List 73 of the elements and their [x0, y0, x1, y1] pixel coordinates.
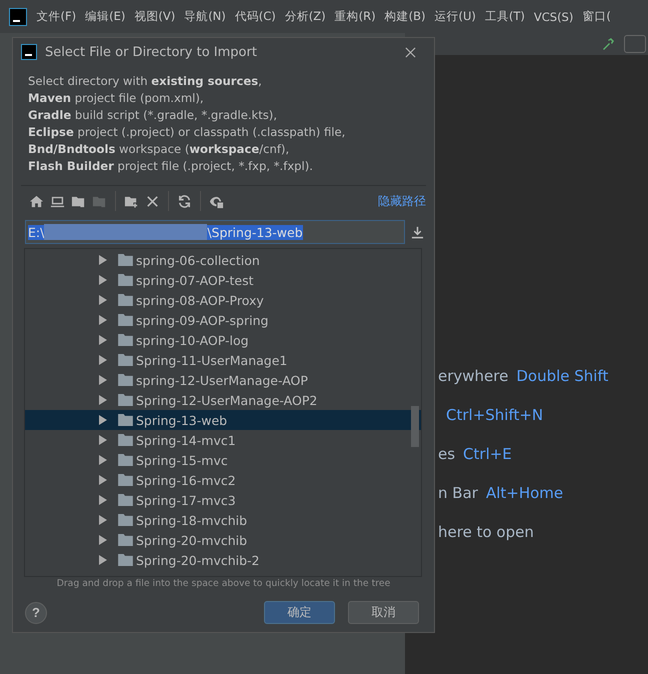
folder-icon	[118, 514, 133, 526]
cancel-button[interactable]: 取消	[348, 601, 419, 624]
tree-item[interactable]: Spring-13-web	[25, 410, 421, 430]
download-icon[interactable]	[411, 226, 424, 238]
tree-item[interactable]: Spring-16-mvc2	[25, 470, 421, 490]
description-text: Eclipse project (.project) or classpath (.classpath) file,	[28, 124, 346, 141]
tree-item[interactable]: spring-12-UserManage-AOP	[25, 370, 421, 390]
menu-item[interactable]: 文件(F)	[32, 9, 81, 24]
menu-item[interactable]: 编辑(E)	[80, 9, 130, 24]
delete-icon[interactable]	[145, 194, 160, 208]
home-icon[interactable]	[29, 194, 44, 208]
menu-item[interactable]: 重构(R)	[330, 9, 380, 24]
hint-text: es	[438, 444, 456, 462]
tree-item[interactable]: Spring-20-mvchib	[25, 530, 421, 550]
description-text: Bnd/Bndtools workspace (workspace/cnf),	[28, 141, 290, 158]
tree-item[interactable]: spring-09-AOP-spring	[25, 310, 421, 330]
folder-icon	[118, 254, 133, 266]
menu-item[interactable]: VCS(S)	[529, 10, 578, 24]
shortcut-text: Ctrl+Shift+N	[446, 406, 544, 424]
close-icon[interactable]	[405, 46, 416, 58]
description-text: Maven project file (pom.xml),	[28, 90, 205, 107]
description-text: Select directory with existing sources,	[28, 73, 263, 90]
menu-item[interactable]: 窗口(	[578, 9, 616, 24]
folder-icon	[118, 354, 133, 366]
app-logo-icon	[21, 44, 37, 60]
tree-item[interactable]: Spring-18-mvchib	[25, 510, 421, 530]
folder-icon	[118, 474, 133, 486]
tree-item[interactable]: Spring-15-mvc	[25, 450, 421, 470]
folder-icon	[118, 454, 133, 466]
menu-item[interactable]: 运行(U)	[430, 9, 480, 24]
folder-icon	[118, 434, 133, 446]
folder-icon	[118, 274, 133, 286]
help-button[interactable]: ?	[25, 602, 47, 624]
hide-path-link[interactable]: 隐藏路径	[378, 192, 426, 210]
tree-item[interactable]: spring-08-AOP-Proxy	[25, 290, 421, 310]
menu-item[interactable]: 代码(C)	[230, 9, 280, 24]
tree-item[interactable]: Spring-11-UserManage1	[25, 350, 421, 370]
folder-icon	[118, 294, 133, 306]
menu-item[interactable]: 构建(B)	[380, 9, 430, 24]
shortcut-text: Double Shift	[516, 366, 608, 384]
folder-icon	[118, 494, 133, 506]
tree-item[interactable]: spring-06-collection	[25, 250, 421, 270]
hint-text: Drag and drop a file into the space above to quickly locate it in the tree	[56, 578, 392, 589]
hint-text: n Bar	[438, 484, 478, 502]
tree-item[interactable]: spring-10-AOP-log	[25, 330, 421, 350]
shortcut-text: Ctrl+E	[463, 444, 512, 462]
dialog-title: Select File or Directory to Import	[45, 44, 258, 60]
ok-button[interactable]: 确定	[264, 601, 335, 624]
menu-item[interactable]: 导航(N)	[180, 9, 230, 24]
menu-item[interactable]: 视图(V)	[130, 9, 180, 24]
tree-item[interactable]: Spring-17-mvc3	[25, 490, 421, 510]
menu-item[interactable]: 分析(Z)	[280, 9, 330, 24]
folder-icon	[118, 334, 133, 346]
tree-item[interactable]: Spring-20-mvchib-2	[25, 550, 421, 570]
tree-item[interactable]: spring-07-AOP-test	[25, 270, 421, 290]
shortcut-text: Alt+Home	[486, 484, 564, 502]
hint-text: here to open	[438, 522, 534, 540]
path-field[interactable]: E:\ \Spring-13-web	[25, 220, 405, 244]
tree-item[interactable]: Spring-12-UserManage-AOP2	[25, 390, 421, 410]
folder-icon	[118, 554, 133, 566]
description-text: Gradle build script (*.gradle, *.gradle.kts),	[28, 107, 278, 124]
menu-item[interactable]: 工具(T)	[480, 9, 530, 24]
app-logo-icon	[9, 8, 27, 26]
folder-icon	[118, 414, 133, 426]
folder-icon	[118, 314, 133, 326]
description-text: Flash Builder project file (.project, *.fxp, *.fxpl).	[28, 158, 314, 175]
refresh-icon[interactable]	[177, 194, 192, 208]
folder-icon	[118, 374, 133, 386]
hint-text: erywhere	[438, 366, 508, 384]
tree-item[interactable]: Spring-14-mvc1	[25, 430, 421, 450]
folder-icon	[118, 534, 133, 546]
scrollbar-thumb[interactable]	[411, 406, 419, 447]
folder-icon	[118, 394, 133, 406]
